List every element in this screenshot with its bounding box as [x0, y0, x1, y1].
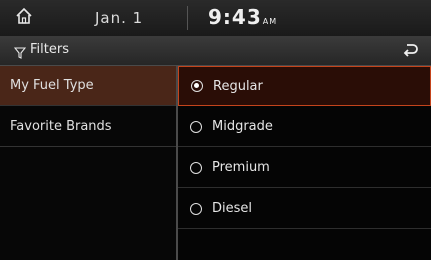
fuel-type-options: Regular Midgrade Premium Diesel	[178, 66, 431, 260]
home-button[interactable]	[10, 6, 38, 30]
category-label: Favorite Brands	[10, 119, 112, 134]
filters-header: Filters	[0, 37, 431, 66]
category-list: My Fuel Type Favorite Brands	[0, 66, 176, 260]
category-my-fuel-type[interactable]: My Fuel Type	[0, 66, 176, 106]
status-bar: Jan. 1 9:43AM	[0, 0, 431, 37]
home-icon	[15, 7, 33, 29]
radio-unselected-icon	[190, 202, 202, 215]
filter-funnel-icon	[13, 44, 27, 63]
option-label: Regular	[213, 78, 263, 94]
ampm-label: AM	[262, 17, 278, 26]
back-arrow-icon	[402, 42, 418, 61]
option-label: Premium	[212, 160, 270, 175]
option-label: Midgrade	[212, 119, 273, 134]
category-label: My Fuel Type	[10, 78, 94, 93]
radio-unselected-icon	[190, 120, 202, 133]
option-label: Diesel	[212, 201, 253, 216]
option-regular[interactable]: Regular	[178, 66, 431, 106]
filters-title: Filters	[30, 42, 69, 57]
option-midgrade[interactable]: Midgrade	[178, 107, 431, 147]
date-display: Jan. 1	[95, 9, 144, 27]
option-premium[interactable]: Premium	[178, 148, 431, 188]
radio-unselected-icon	[190, 161, 202, 174]
radio-selected-icon	[191, 80, 203, 92]
time-display: 9:43	[208, 5, 262, 29]
clock: 9:43AM	[208, 5, 277, 29]
category-favorite-brands[interactable]: Favorite Brands	[0, 107, 176, 147]
back-button[interactable]	[399, 41, 421, 61]
status-divider	[187, 6, 188, 30]
option-diesel[interactable]: Diesel	[178, 189, 431, 229]
